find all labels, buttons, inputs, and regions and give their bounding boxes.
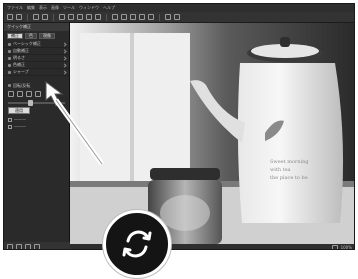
tab-develop[interactable]: 現像 (39, 33, 55, 39)
menu-image[interactable]: 画像 (51, 4, 59, 12)
menu-edit[interactable]: 編集 (27, 4, 35, 12)
menu-file[interactable]: ファイル (7, 4, 23, 12)
panel-row[interactable]: ベーシック補正 (4, 41, 69, 48)
rotate-right-icon[interactable] (17, 91, 23, 97)
select-icon[interactable] (130, 14, 136, 20)
text-icon[interactable] (121, 14, 127, 20)
hand-icon[interactable] (148, 14, 154, 20)
checkbox-label: ——— (14, 117, 26, 122)
rotate-highlight-badge (103, 210, 171, 278)
panel-tabs: 補正 色 現像 (4, 31, 69, 41)
chevron-icon (62, 62, 67, 68)
apply-button[interactable]: 適用 (8, 107, 30, 114)
zoom-icon[interactable] (331, 244, 338, 249)
row-label: 色補正 (13, 62, 25, 67)
row-icon (8, 63, 11, 67)
jar-reflection (160, 195, 210, 231)
row-icon (8, 49, 11, 53)
row-label: シャープ (13, 69, 29, 74)
rotate-left-icon[interactable] (86, 14, 92, 20)
flip-h-icon[interactable] (26, 91, 32, 97)
pot-text-line: with tea (270, 167, 291, 173)
open-icon[interactable] (7, 14, 13, 20)
slider-knob[interactable] (28, 100, 33, 106)
toolbar-divider (27, 13, 28, 21)
tab-color[interactable]: 色 (25, 33, 37, 39)
settings-icon[interactable] (174, 14, 180, 20)
undo-icon[interactable] (33, 14, 39, 20)
history-icon[interactable] (34, 243, 40, 249)
checkbox-label: ——— (14, 124, 26, 129)
toolbar (4, 12, 354, 23)
toolbar-divider (159, 13, 160, 21)
panel-row[interactable]: 明るさ (4, 55, 69, 62)
chevron-icon (62, 41, 67, 47)
pot-text-line: Sweet morning (270, 159, 309, 165)
window-frame (130, 33, 134, 183)
panel-footer (4, 242, 70, 249)
panel-row[interactable]: シャープ (4, 69, 69, 76)
rotate-left-icon[interactable] (8, 91, 14, 97)
zoom-level: 100% (340, 245, 352, 250)
brush-icon[interactable] (112, 14, 118, 20)
toolbar-divider (106, 13, 107, 21)
row-icon (8, 70, 11, 74)
kettle-knob (280, 37, 290, 47)
pot-text-line: the place to be (270, 175, 308, 181)
kettle-body (237, 63, 344, 223)
row-label: 自動補正 (13, 48, 29, 53)
save-icon[interactable] (16, 14, 22, 20)
eyedropper-icon[interactable] (139, 14, 145, 20)
row-icon (8, 42, 11, 46)
folder-icon[interactable] (16, 243, 22, 249)
layers-icon[interactable] (25, 243, 31, 249)
toolbar-divider (53, 13, 54, 21)
crop-icon[interactable] (77, 14, 83, 20)
row-label: 明るさ (13, 55, 25, 60)
image-canvas[interactable]: Sweet morning with tea the place to be (70, 23, 354, 244)
panel-row[interactable]: 自動補正 (4, 48, 69, 55)
checkbox[interactable] (8, 124, 12, 129)
row-label: ベーシック補正 (13, 41, 41, 46)
chevron-icon (62, 55, 67, 61)
menu-bar: ファイル 編集 表示 画像 ツール ウィンドウ ヘルプ (4, 4, 354, 12)
menu-tools[interactable]: ツール (63, 4, 75, 12)
zoom-in-icon[interactable] (59, 14, 65, 20)
menu-view[interactable]: 表示 (39, 4, 47, 12)
rotate-section-label: 回転/反転 (13, 82, 31, 88)
redo-icon[interactable] (42, 14, 48, 20)
jar-lid (150, 168, 220, 180)
chevron-icon (62, 48, 67, 54)
rotate-small-icon (8, 84, 11, 87)
fit-icon[interactable] (165, 14, 171, 20)
row-icon (8, 56, 11, 60)
panel-header: クイック補正 (4, 23, 69, 31)
chevron-icon (62, 69, 67, 75)
tab-adjust[interactable]: 補正 (7, 33, 23, 39)
rotate-right-icon[interactable] (95, 14, 101, 20)
menu-help[interactable]: ヘルプ (103, 4, 115, 12)
menu-window[interactable]: ウィンドウ (79, 4, 99, 12)
zoom-out-icon[interactable] (68, 14, 74, 20)
photo-preview: Sweet morning with tea the place to be (70, 23, 354, 244)
grid-icon[interactable] (7, 243, 13, 249)
panel-title: クイック補正 (7, 24, 31, 29)
checkbox[interactable] (8, 117, 12, 122)
panel-row[interactable]: 色補正 (4, 62, 69, 69)
rotate-icon (122, 230, 152, 258)
arrow-icon (45, 81, 105, 166)
